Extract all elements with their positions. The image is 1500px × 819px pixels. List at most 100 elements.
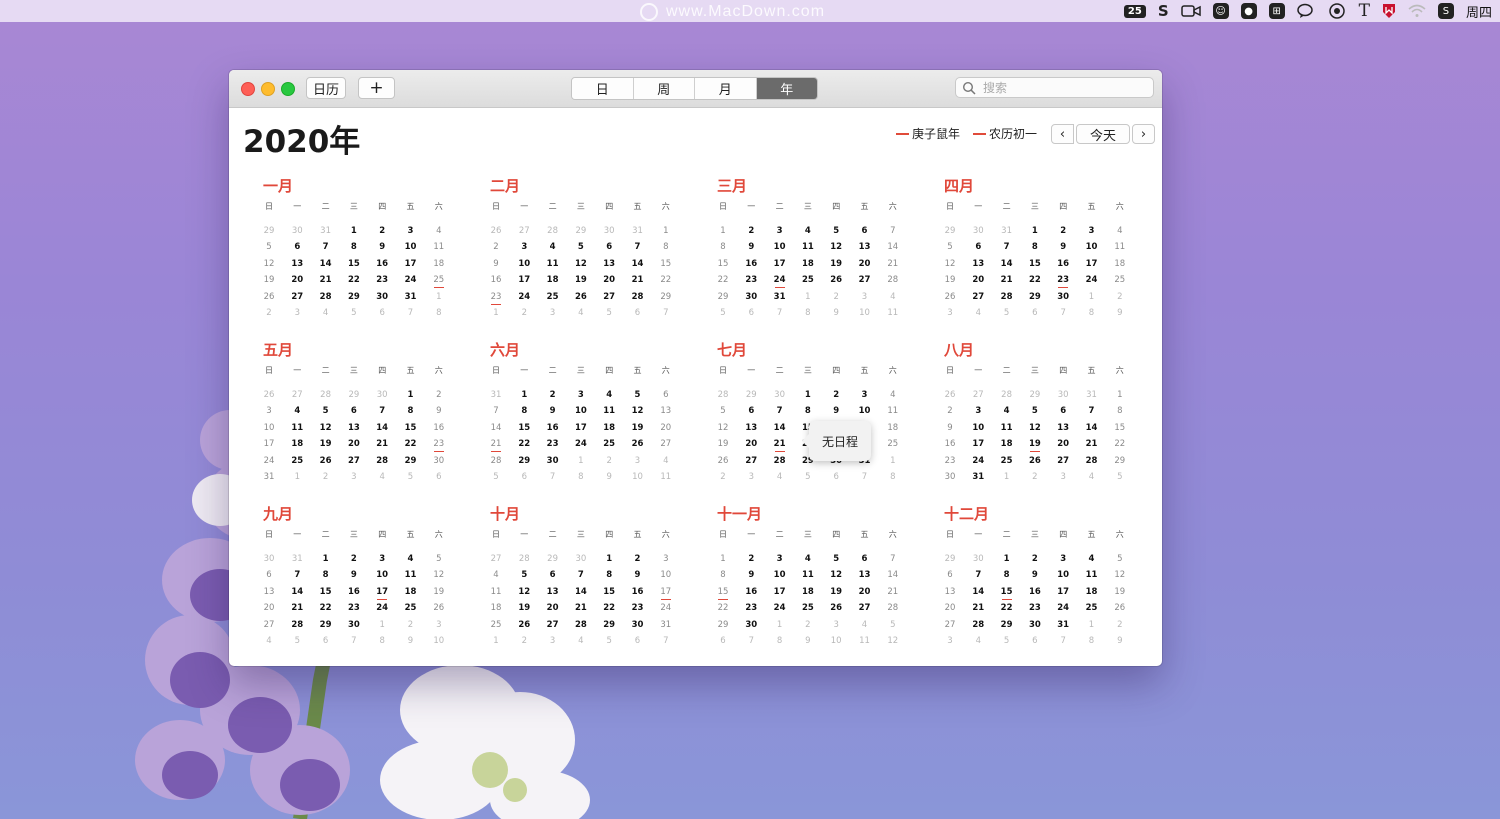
day-cell[interactable]: 11 xyxy=(993,422,1021,434)
day-cell[interactable]: 13 xyxy=(737,422,765,434)
day-cell[interactable]: 12 xyxy=(255,258,283,270)
day-cell[interactable]: 23 xyxy=(1021,602,1049,614)
day-cell[interactable]: 6 xyxy=(595,241,623,253)
day-cell[interactable]: 7 xyxy=(652,307,680,319)
day-cell[interactable]: 7 xyxy=(964,569,992,581)
day-cell[interactable]: 15 xyxy=(709,258,737,270)
day-cell[interactable]: 20 xyxy=(1049,438,1077,450)
day-cell[interactable]: 4 xyxy=(851,619,879,631)
day-cell[interactable]: 6 xyxy=(425,471,453,483)
next-year-button[interactable]: › xyxy=(1132,124,1155,144)
day-cell[interactable]: 17 xyxy=(510,274,538,286)
day-cell[interactable]: 9 xyxy=(1106,635,1134,647)
day-cell[interactable]: 4 xyxy=(595,389,623,401)
day-cell[interactable]: 30 xyxy=(737,291,765,303)
day-cell[interactable]: 31 xyxy=(652,619,680,631)
day-cell[interactable]: 15 xyxy=(1021,258,1049,270)
day-cell[interactable]: 5 xyxy=(1106,553,1134,565)
day-cell[interactable]: 25 xyxy=(879,438,907,450)
day-cell[interactable]: 15 xyxy=(993,586,1021,600)
day-cell[interactable]: 7 xyxy=(624,241,652,253)
day-cell[interactable]: 6 xyxy=(624,307,652,319)
day-cell[interactable]: 24 xyxy=(766,274,794,289)
day-cell[interactable]: 1 xyxy=(595,553,623,565)
day-cell[interactable]: 28 xyxy=(993,291,1021,303)
day-cell[interactable]: 5 xyxy=(595,307,623,319)
day-cell[interactable]: 10 xyxy=(964,422,992,434)
day-cell[interactable]: 10 xyxy=(510,258,538,270)
day-cell[interactable]: 23 xyxy=(737,274,765,286)
day-cell[interactable]: 9 xyxy=(1049,241,1077,253)
day-cell[interactable]: 28 xyxy=(709,389,737,401)
day-cell[interactable]: 13 xyxy=(340,422,368,434)
tab-day[interactable]: 日 xyxy=(572,78,634,99)
day-cell[interactable]: 7 xyxy=(1078,405,1106,417)
close-button[interactable] xyxy=(241,82,255,96)
day-cell[interactable]: 4 xyxy=(1078,553,1106,565)
day-cell[interactable]: 25 xyxy=(539,291,567,303)
day-cell[interactable]: 24 xyxy=(1078,274,1106,286)
day-cell[interactable]: 30 xyxy=(624,619,652,631)
day-cell[interactable]: 20 xyxy=(595,274,623,286)
day-cell[interactable]: 21 xyxy=(766,438,794,453)
day-cell[interactable]: 1 xyxy=(567,455,595,467)
day-cell[interactable]: 3 xyxy=(539,635,567,647)
day-cell[interactable]: 24 xyxy=(567,438,595,450)
day-cell[interactable]: 28 xyxy=(879,274,907,286)
day-cell[interactable]: 27 xyxy=(539,619,567,631)
day-cell[interactable]: 13 xyxy=(851,241,879,253)
day-cell[interactable]: 7 xyxy=(1049,307,1077,319)
day-cell[interactable]: 6 xyxy=(822,471,850,483)
day-cell[interactable]: 11 xyxy=(482,586,510,598)
day-cell[interactable]: 26 xyxy=(936,389,964,401)
day-cell[interactable]: 23 xyxy=(539,438,567,450)
day-cell[interactable]: 29 xyxy=(709,619,737,631)
day-cell[interactable]: 7 xyxy=(283,569,311,581)
cloud-icon[interactable] xyxy=(1327,0,1347,22)
day-cell[interactable]: 15 xyxy=(312,586,340,598)
day-cell[interactable]: 19 xyxy=(936,274,964,286)
day-cell[interactable]: 2 xyxy=(709,471,737,483)
day-cell[interactable]: 17 xyxy=(1078,258,1106,270)
day-cell[interactable]: 30 xyxy=(936,471,964,483)
day-cell[interactable]: 19 xyxy=(255,274,283,286)
day-cell[interactable]: 1 xyxy=(794,389,822,401)
day-cell[interactable]: 6 xyxy=(510,471,538,483)
day-cell[interactable]: 15 xyxy=(510,422,538,434)
day-cell[interactable]: 17 xyxy=(567,422,595,434)
day-cell[interactable]: 5 xyxy=(1021,405,1049,417)
day-cell[interactable]: 6 xyxy=(709,635,737,647)
calendars-button[interactable]: 日历 xyxy=(306,77,346,99)
day-cell[interactable]: 8 xyxy=(1078,635,1106,647)
day-cell[interactable]: 15 xyxy=(1106,422,1134,434)
day-cell[interactable]: 10 xyxy=(851,307,879,319)
day-cell[interactable]: 8 xyxy=(510,405,538,417)
day-cell[interactable]: 7 xyxy=(368,405,396,417)
day-cell[interactable]: 26 xyxy=(255,389,283,401)
day-cell[interactable]: 19 xyxy=(567,274,595,286)
day-cell[interactable]: 29 xyxy=(595,619,623,631)
search-input[interactable] xyxy=(981,79,1145,96)
tab-week[interactable]: 周 xyxy=(633,78,695,99)
day-cell[interactable]: 19 xyxy=(709,438,737,450)
day-cell[interactable]: 9 xyxy=(794,635,822,647)
day-cell[interactable]: 28 xyxy=(964,619,992,631)
day-cell[interactable]: 6 xyxy=(340,405,368,417)
day-cell[interactable]: 9 xyxy=(340,569,368,581)
day-cell[interactable]: 26 xyxy=(822,602,850,614)
day-cell[interactable]: 4 xyxy=(567,635,595,647)
day-cell[interactable]: 22 xyxy=(510,438,538,450)
day-cell[interactable]: 27 xyxy=(340,455,368,467)
day-cell[interactable]: 14 xyxy=(879,569,907,581)
day-cell[interactable]: 10 xyxy=(368,569,396,581)
day-cell[interactable]: 31 xyxy=(312,225,340,237)
day-cell[interactable]: 23 xyxy=(425,438,453,453)
day-cell[interactable]: 11 xyxy=(652,471,680,483)
day-cell[interactable]: 10 xyxy=(766,569,794,581)
day-cell[interactable]: 3 xyxy=(539,307,567,319)
month-name[interactable]: 十月 xyxy=(490,503,520,524)
day-cell[interactable]: 31 xyxy=(1049,619,1077,631)
day-cell[interactable]: 12 xyxy=(510,586,538,598)
day-cell[interactable]: 5 xyxy=(794,471,822,483)
day-cell[interactable]: 5 xyxy=(510,569,538,581)
